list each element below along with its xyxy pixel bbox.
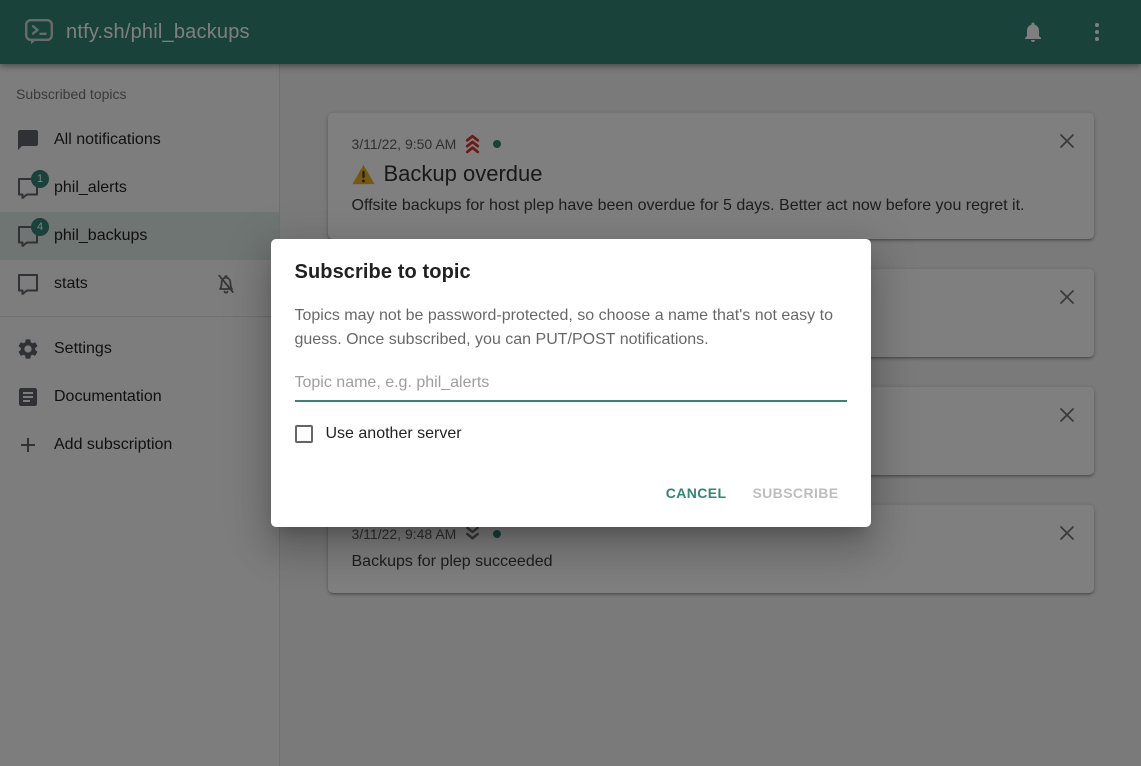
subscribe-button[interactable]: SUBSCRIBE <box>744 477 846 509</box>
dialog-title: Subscribe to topic <box>295 261 847 284</box>
dialog-description: Topics may not be password-protected, so… <box>295 304 847 352</box>
checkbox-label: Use another server <box>326 425 462 443</box>
dialog-actions: CANCEL SUBSCRIBE <box>295 477 847 513</box>
cancel-button[interactable]: CANCEL <box>658 477 735 509</box>
subscribe-dialog: Subscribe to topic Topics may not be pas… <box>271 239 871 527</box>
topic-name-input[interactable] <box>295 368 847 402</box>
checkbox-unchecked-icon[interactable] <box>295 425 313 443</box>
use-another-server-option[interactable]: Use another server <box>295 425 847 443</box>
